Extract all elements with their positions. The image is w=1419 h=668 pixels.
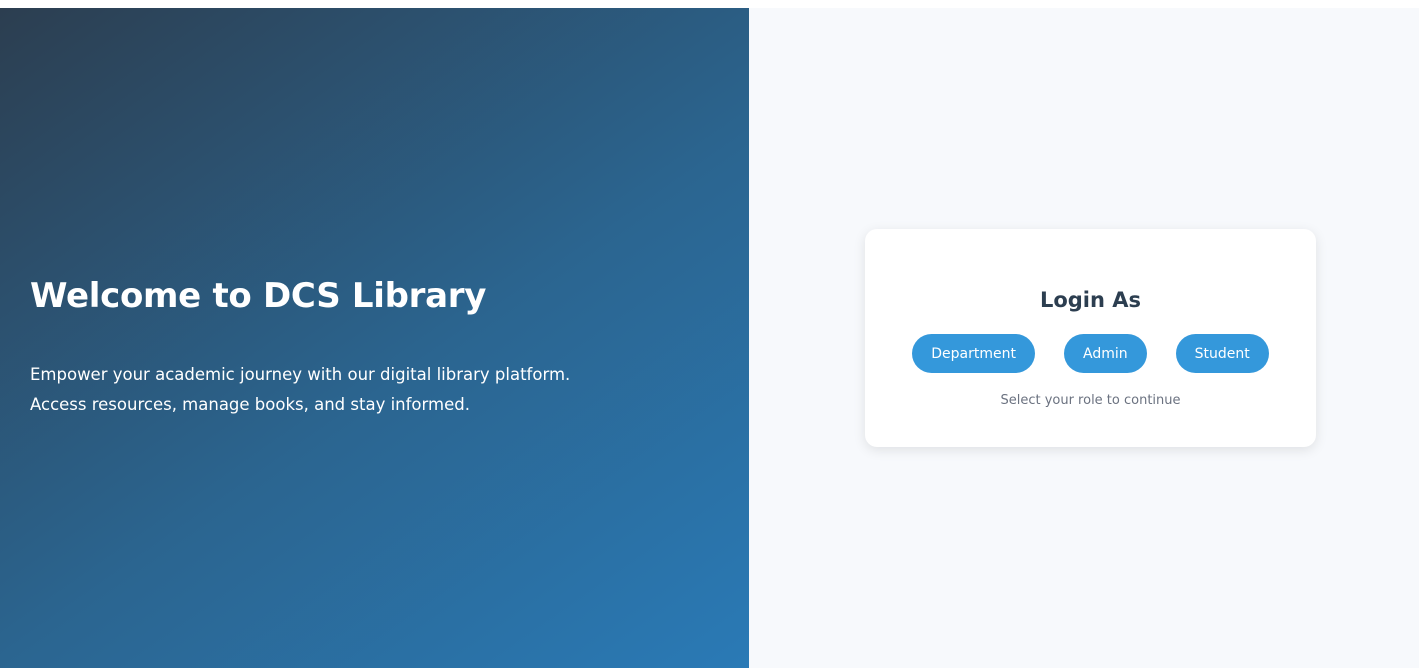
- admin-button[interactable]: Admin: [1063, 334, 1147, 373]
- student-button[interactable]: Student: [1175, 334, 1269, 373]
- login-page: Welcome to DCS Library Empower your acad…: [0, 8, 1419, 668]
- login-panel: Login As Department Admin Student Select…: [749, 8, 1419, 668]
- hero-tagline-line-2: Access resources, manage books, and stay…: [30, 395, 470, 414]
- role-buttons: Department Admin Student: [865, 334, 1316, 373]
- hero-panel: Welcome to DCS Library Empower your acad…: [0, 8, 749, 668]
- hero-title: Welcome to DCS Library: [30, 276, 487, 316]
- hero-tagline: Empower your academic journey with our d…: [30, 360, 590, 420]
- department-button[interactable]: Department: [912, 334, 1035, 373]
- login-title: Login As: [1039, 288, 1142, 312]
- login-card: Login As Department Admin Student Select…: [865, 229, 1316, 447]
- hero-tagline-line-1: Empower your academic journey with our d…: [30, 365, 571, 384]
- login-hint: Select your role to continue: [1000, 393, 1181, 408]
